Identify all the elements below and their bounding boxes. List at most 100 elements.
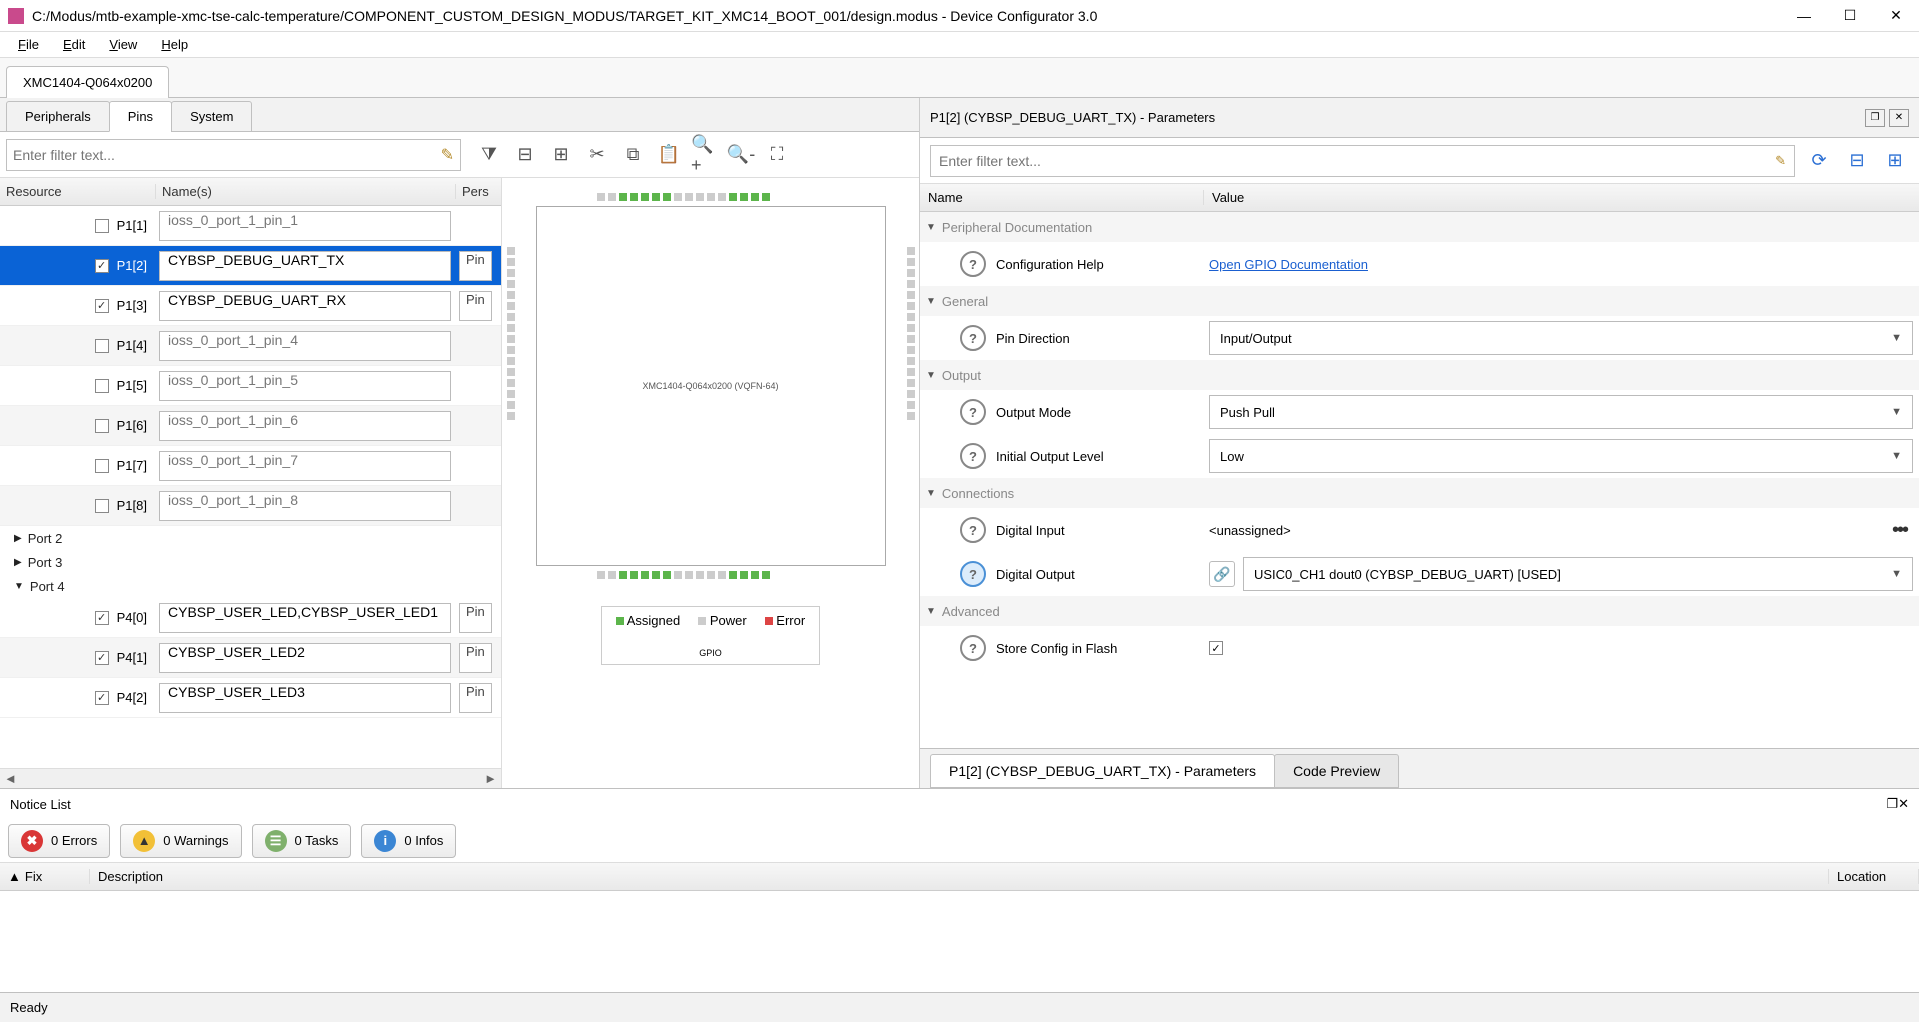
resource-body[interactable]: P1[1]ioss_0_port_1_pin_1✓P1[2]CYBSP_DEBU… [0, 206, 501, 768]
pin-name-input[interactable]: ioss_0_port_1_pin_8 [159, 491, 451, 521]
pin-row[interactable]: P1[4]ioss_0_port_1_pin_4 [0, 326, 501, 366]
help-icon[interactable]: ? [960, 635, 986, 661]
pin-name-input[interactable]: CYBSP_USER_LED3 [159, 683, 451, 713]
pin-row[interactable]: ✓P1[2]CYBSP_DEBUG_UART_TXPin [0, 246, 501, 286]
left-filter-input[interactable] [13, 147, 441, 163]
h-scrollbar[interactable]: ◄► [0, 768, 501, 788]
port-group[interactable]: ▶Port 3 [0, 550, 501, 574]
help-icon[interactable]: ? [960, 443, 986, 469]
pin-row[interactable]: P1[8]ioss_0_port_1_pin_8 [0, 486, 501, 526]
maximize-button[interactable]: ☐ [1827, 0, 1873, 32]
pin-row[interactable]: ✓P4[2]CYBSP_USER_LED3Pin [0, 678, 501, 718]
pin-enable-checkbox[interactable]: ✓ [95, 691, 109, 705]
group-documentation[interactable]: ▼Peripheral Documentation [920, 212, 1919, 242]
close-pane-icon[interactable]: ✕ [1889, 109, 1909, 127]
pin-row[interactable]: P1[1]ioss_0_port_1_pin_1 [0, 206, 501, 246]
pin-enable-checkbox[interactable] [95, 459, 109, 473]
help-icon[interactable]: ? [960, 399, 986, 425]
group-advanced[interactable]: ▼Advanced [920, 596, 1919, 626]
pin-name-input[interactable]: CYBSP_DEBUG_UART_RX [159, 291, 451, 321]
refresh-icon[interactable]: ⟳ [1805, 147, 1833, 175]
personality-button[interactable]: Pin [459, 603, 492, 633]
restore-pane-icon[interactable]: ❐ [1865, 109, 1885, 127]
pin-enable-checkbox[interactable]: ✓ [95, 299, 109, 313]
group-output[interactable]: ▼Output [920, 360, 1919, 390]
param-hdr-name[interactable]: Name [920, 190, 1203, 205]
errors-button[interactable]: ✖0 Errors [8, 824, 110, 858]
pin-enable-checkbox[interactable] [95, 419, 109, 433]
menu-help[interactable]: Help [151, 35, 198, 54]
col-description[interactable]: Description [90, 869, 1829, 884]
pin-direction-combo[interactable]: Input/Output▼ [1209, 321, 1913, 355]
hdr-resource[interactable]: Resource [0, 184, 155, 199]
pin-enable-checkbox[interactable] [95, 219, 109, 233]
zoom-in-icon[interactable]: 🔍+ [691, 141, 719, 169]
port-group[interactable]: ▼Port 4 [0, 574, 501, 598]
param-hdr-value[interactable]: Value [1203, 190, 1919, 205]
tasks-button[interactable]: ☰0 Tasks [252, 824, 352, 858]
pin-enable-checkbox[interactable]: ✓ [95, 259, 109, 273]
open-gpio-doc-link[interactable]: Open GPIO Documentation [1209, 257, 1368, 272]
close-notice-icon[interactable]: ✕ [1898, 796, 1909, 812]
tab-system[interactable]: System [171, 101, 252, 132]
cut-icon[interactable]: ✂ [583, 141, 611, 169]
pin-name-input[interactable]: ioss_0_port_1_pin_6 [159, 411, 451, 441]
clear-filter-icon[interactable]: ✎ [441, 145, 454, 165]
pin-name-input[interactable]: ioss_0_port_1_pin_5 [159, 371, 451, 401]
help-icon[interactable]: ? [960, 517, 986, 543]
notice-list-area[interactable] [0, 891, 1919, 992]
store-config-checkbox[interactable]: ✓ [1209, 641, 1223, 655]
device-tab[interactable]: XMC1404-Q064x0200 [6, 66, 169, 98]
tab-pins[interactable]: Pins [109, 101, 172, 132]
menu-edit[interactable]: Edit [53, 35, 95, 54]
expand-params-icon[interactable]: ⊞ [1881, 147, 1909, 175]
pin-enable-checkbox[interactable] [95, 339, 109, 353]
personality-button[interactable]: Pin [459, 291, 492, 321]
pin-row[interactable]: P1[6]ioss_0_port_1_pin_6 [0, 406, 501, 446]
filter-icon[interactable]: ⧩ [475, 141, 503, 169]
expand-all-icon[interactable]: ⊞ [547, 141, 575, 169]
zoom-out-icon[interactable]: 🔍- [727, 141, 755, 169]
package-drawing[interactable]: XMC1404-Q064x0200 (VQFN-64) [536, 206, 886, 566]
pin-enable-checkbox[interactable]: ✓ [95, 611, 109, 625]
tab-code-preview[interactable]: Code Preview [1274, 754, 1399, 788]
pin-row[interactable]: P1[5]ioss_0_port_1_pin_5 [0, 366, 501, 406]
pin-row[interactable]: ✓P4[1]CYBSP_USER_LED2Pin [0, 638, 501, 678]
pin-name-input[interactable]: CYBSP_USER_LED,CYBSP_USER_LED1 [159, 603, 451, 633]
left-filter-input-wrap[interactable]: ✎ [6, 139, 461, 171]
menu-view[interactable]: View [99, 35, 147, 54]
infos-button[interactable]: i0 Infos [361, 824, 456, 858]
menu-file[interactable]: File [8, 35, 49, 54]
close-button[interactable]: ✕ [1873, 0, 1919, 32]
link-icon[interactable]: 🔗 [1209, 561, 1235, 587]
pin-row[interactable]: ✓P1[3]CYBSP_DEBUG_UART_RXPin [0, 286, 501, 326]
hdr-personality[interactable]: Pers [455, 184, 501, 199]
paste-icon[interactable]: 📋 [655, 141, 683, 169]
pin-name-input[interactable]: ioss_0_port_1_pin_7 [159, 451, 451, 481]
output-mode-combo[interactable]: Push Pull▼ [1209, 395, 1913, 429]
pin-enable-checkbox[interactable] [95, 499, 109, 513]
personality-button[interactable]: Pin [459, 643, 492, 673]
personality-button[interactable]: Pin [459, 683, 492, 713]
col-location[interactable]: Location [1829, 869, 1919, 884]
collapse-all-icon[interactable]: ⊟ [511, 141, 539, 169]
group-general[interactable]: ▼General [920, 286, 1919, 316]
pin-name-input[interactable]: CYBSP_USER_LED2 [159, 643, 451, 673]
group-connections[interactable]: ▼Connections [920, 478, 1919, 508]
help-icon[interactable]: ? [960, 251, 986, 277]
right-filter-input-wrap[interactable]: ✎ [930, 145, 1795, 177]
pin-row[interactable]: ✓P4[0]CYBSP_USER_LED,CYBSP_USER_LED1Pin [0, 598, 501, 638]
pin-name-input[interactable]: ioss_0_port_1_pin_4 [159, 331, 451, 361]
clear-right-filter-icon[interactable]: ✎ [1775, 153, 1786, 169]
port-group[interactable]: ▶Port 2 [0, 526, 501, 550]
col-fix[interactable]: ▲Fix [0, 869, 90, 884]
collapse-params-icon[interactable]: ⊟ [1843, 147, 1871, 175]
pin-enable-checkbox[interactable] [95, 379, 109, 393]
right-filter-input[interactable] [939, 153, 1775, 169]
tab-peripherals[interactable]: Peripherals [6, 101, 110, 132]
digital-input-value[interactable]: <unassigned> [1209, 523, 1884, 538]
help-icon[interactable]: ? [960, 561, 986, 587]
restore-notice-icon[interactable]: ❐ [1886, 796, 1898, 812]
pin-enable-checkbox[interactable]: ✓ [95, 651, 109, 665]
initial-level-combo[interactable]: Low▼ [1209, 439, 1913, 473]
